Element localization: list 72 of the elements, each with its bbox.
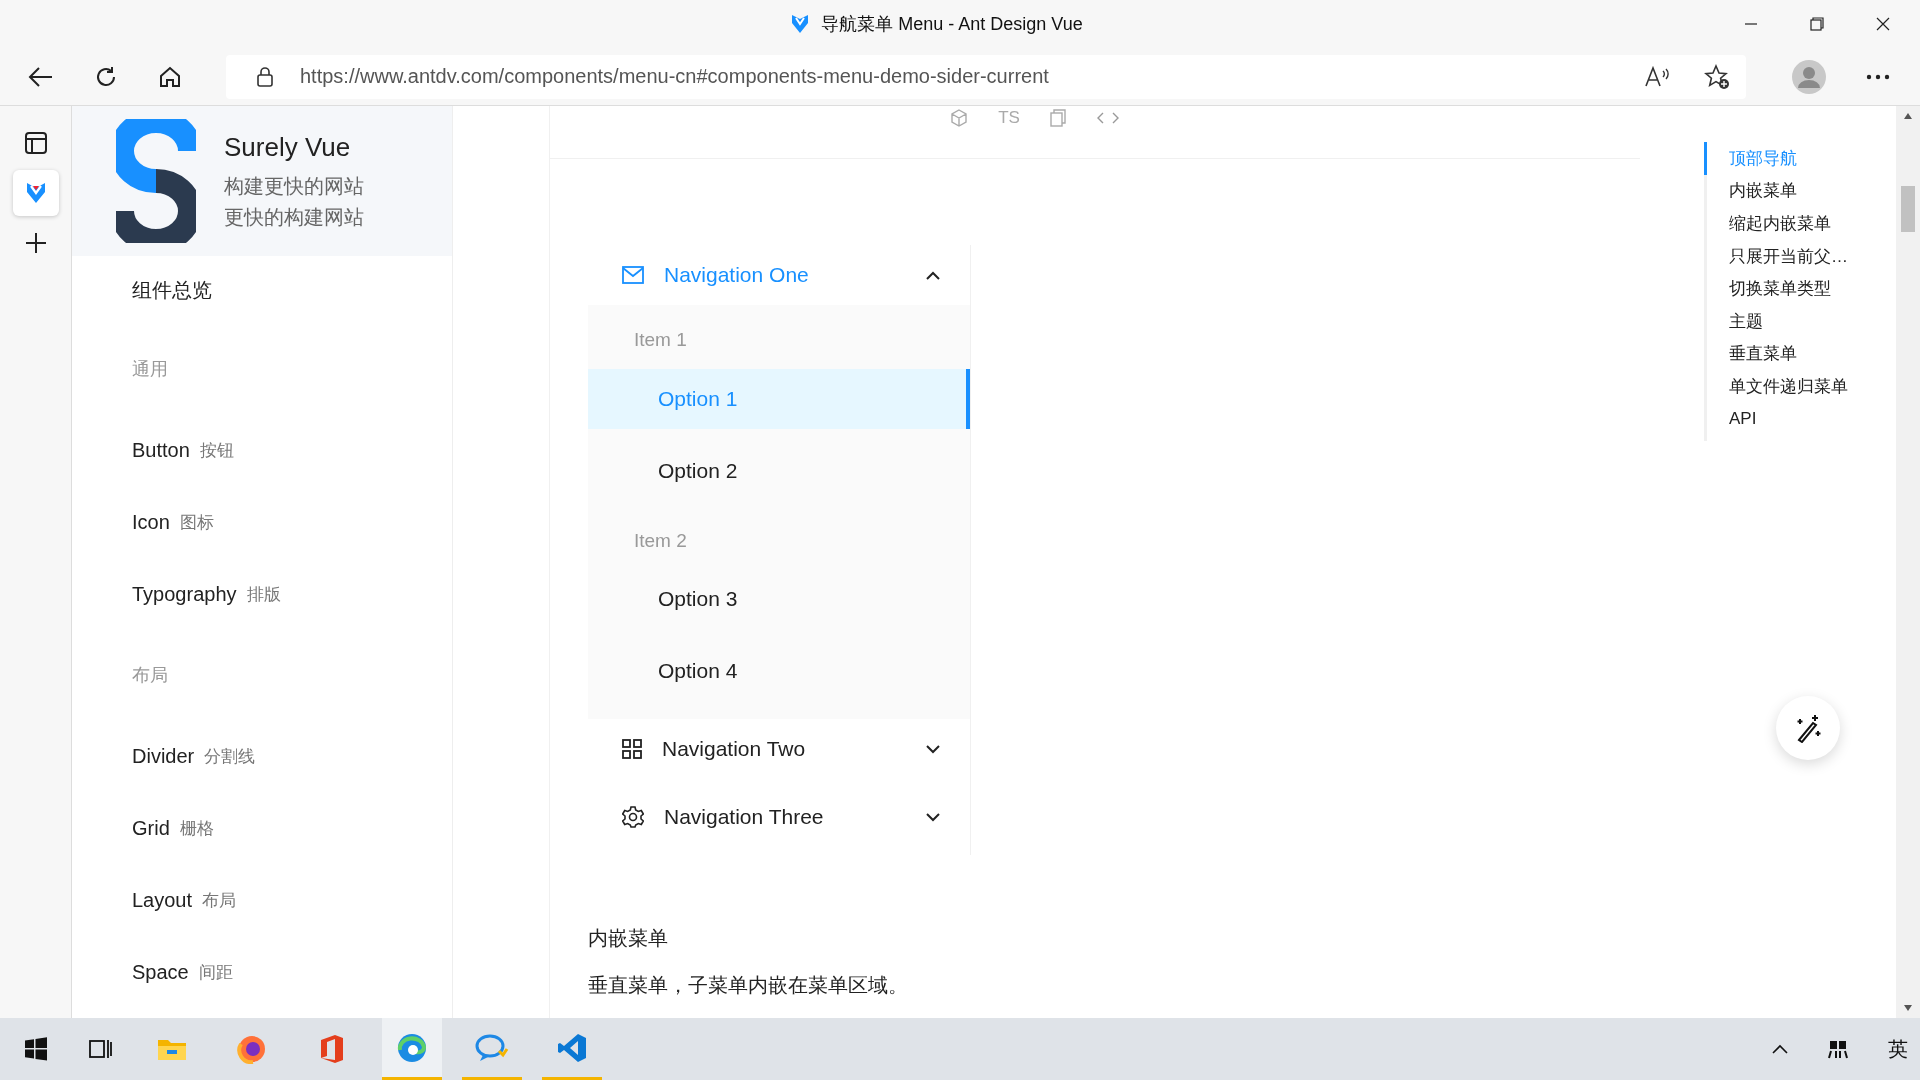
nav-group-title: 通用 bbox=[132, 358, 168, 381]
chevron-down-icon bbox=[926, 812, 940, 822]
toc-link[interactable]: 主题 bbox=[1704, 304, 1848, 338]
home-icon[interactable] bbox=[158, 64, 182, 89]
toc-link[interactable]: 只展开当前父… bbox=[1704, 239, 1848, 273]
nav-item[interactable]: Grid 栅格 bbox=[132, 792, 452, 864]
restore-icon[interactable] bbox=[1810, 17, 1824, 31]
scrollbar-thumb[interactable] bbox=[1901, 186, 1915, 232]
nav-item[interactable]: Layout 布局 bbox=[132, 864, 452, 936]
magic-wand-button[interactable] bbox=[1776, 696, 1840, 760]
taskbar-app[interactable] bbox=[382, 1018, 442, 1080]
toc-link[interactable]: 垂直菜单 bbox=[1704, 337, 1848, 371]
nav-item[interactable]: Space 间距 bbox=[132, 936, 452, 1008]
toc-link[interactable]: API bbox=[1704, 402, 1848, 436]
grid-icon bbox=[622, 739, 642, 759]
toc-link[interactable]: 缩起内嵌菜单 bbox=[1704, 207, 1848, 240]
start-icon[interactable] bbox=[24, 1037, 48, 1061]
lock-icon bbox=[256, 65, 274, 88]
settings-icon bbox=[622, 806, 644, 828]
toc-link[interactable]: 单文件递归菜单 bbox=[1704, 370, 1848, 403]
code-icon[interactable] bbox=[1095, 111, 1120, 125]
demo-title: 内嵌菜单 bbox=[588, 926, 669, 951]
menu-option[interactable]: Option 2 bbox=[588, 441, 970, 501]
address-bar[interactable]: https://www.antdv.com/components/menu-cn#components-menu-demo-sider-current bbox=[226, 54, 1746, 99]
refresh-icon[interactable] bbox=[94, 64, 118, 89]
tab-actions-icon[interactable] bbox=[24, 132, 47, 154]
menu-group-title: Item 2 bbox=[634, 530, 687, 552]
scrollbar[interactable] bbox=[1896, 106, 1920, 1018]
close-icon[interactable] bbox=[1876, 17, 1890, 31]
read-aloud-icon[interactable] bbox=[1644, 65, 1670, 88]
chevron-down-icon bbox=[926, 744, 940, 754]
nav-item[interactable]: 组件总览 bbox=[132, 256, 452, 324]
toc-link[interactable]: 切换菜单类型 bbox=[1704, 272, 1848, 305]
chevron-up-icon[interactable] bbox=[1772, 1044, 1788, 1054]
site-logo-icon bbox=[791, 14, 810, 34]
brand-tagline: 更快的构建网站 bbox=[224, 204, 364, 230]
logo-icon[interactable] bbox=[116, 119, 196, 243]
scroll-down-icon[interactable] bbox=[1903, 1004, 1913, 1012]
back-icon[interactable] bbox=[28, 65, 54, 88]
task-view-icon[interactable] bbox=[88, 1037, 112, 1061]
chat-bubble-icon bbox=[475, 1032, 509, 1063]
toc-link[interactable]: 内嵌菜单 bbox=[1704, 174, 1848, 208]
vertical-tab[interactable] bbox=[12, 170, 59, 216]
menu-option[interactable]: Option 3 bbox=[588, 569, 970, 629]
nav-item[interactable]: Button 按钮 bbox=[132, 414, 452, 486]
menu-group-title: Item 1 bbox=[634, 329, 687, 351]
new-tab-icon[interactable] bbox=[24, 232, 47, 254]
window-title: 导航菜单 Menu - Ant Design Vue bbox=[821, 13, 1083, 36]
nav-group-title: 布局 bbox=[132, 664, 168, 687]
submenu-title[interactable]: Navigation Three bbox=[588, 787, 970, 847]
menu-option[interactable]: Option 4 bbox=[588, 641, 970, 701]
brand-tagline: 构建更快的网站 bbox=[224, 173, 364, 199]
url-text: https://www.antdv.com/components/menu-cn#components-menu-demo-sider-current bbox=[300, 65, 1049, 88]
more-icon[interactable] bbox=[1866, 73, 1890, 80]
scroll-up-icon[interactable] bbox=[1903, 112, 1913, 120]
site-logo-icon bbox=[25, 182, 46, 204]
browser-wave-icon bbox=[396, 1031, 428, 1064]
office-icon bbox=[319, 1034, 345, 1064]
keyboard-layout-icon[interactable] bbox=[1828, 1039, 1848, 1059]
nav-item[interactable]: Divider 分割线 bbox=[132, 720, 452, 792]
mail-icon bbox=[622, 266, 644, 284]
browser-globe-icon bbox=[237, 1034, 267, 1064]
chevron-up-icon bbox=[926, 270, 940, 280]
demo-description: 垂直菜单，子菜单内嵌在菜单区域。 bbox=[588, 973, 909, 998]
favorite-add-icon[interactable] bbox=[1704, 63, 1730, 90]
submenu-title[interactable]: Navigation Two bbox=[588, 719, 970, 779]
profile-avatar[interactable] bbox=[1792, 59, 1826, 94]
brand-title: Surely Vue bbox=[224, 131, 352, 163]
input-method-indicator[interactable]: 英 bbox=[1888, 1035, 1908, 1063]
nav-item[interactable]: Icon 图标 bbox=[132, 486, 452, 558]
code-editor-icon bbox=[557, 1032, 587, 1063]
nav-item[interactable]: Typography 排版 bbox=[132, 558, 452, 630]
